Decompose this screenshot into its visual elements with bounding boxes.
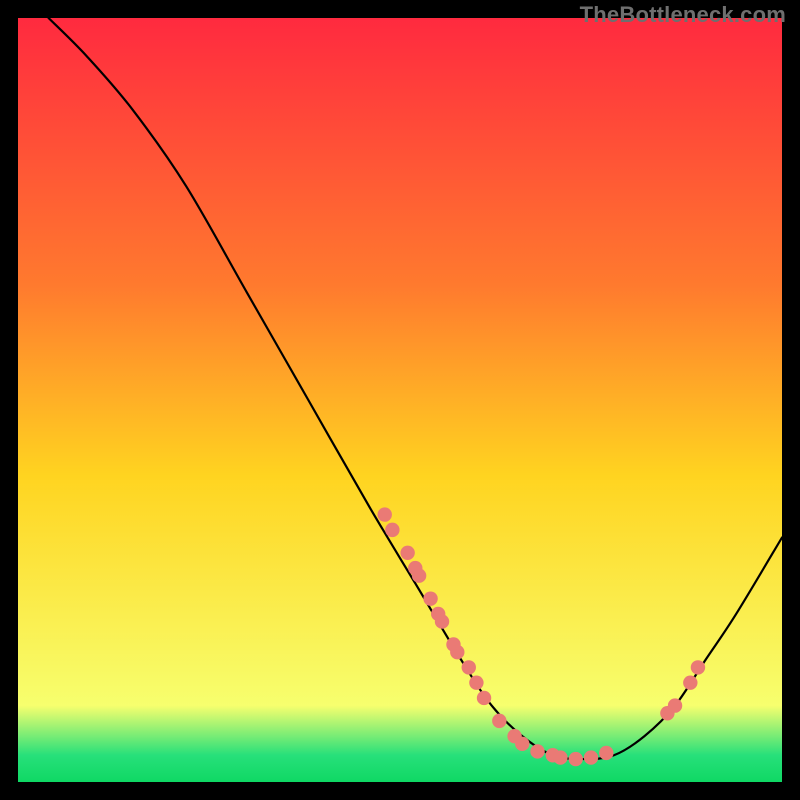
data-point: [530, 744, 544, 758]
data-point: [683, 675, 697, 689]
data-point: [423, 591, 437, 605]
data-point: [378, 507, 392, 521]
plot-svg: [18, 18, 782, 782]
plot-area: [18, 18, 782, 782]
data-point: [691, 660, 705, 674]
chart-stage: TheBottleneck.com: [0, 0, 800, 800]
data-point: [477, 691, 491, 705]
data-point: [515, 737, 529, 751]
data-point: [553, 750, 567, 764]
gradient-background: [18, 18, 782, 782]
data-point: [569, 752, 583, 766]
data-point: [584, 750, 598, 764]
data-point: [412, 569, 426, 583]
data-point: [385, 523, 399, 537]
data-point: [462, 660, 476, 674]
data-point: [492, 714, 506, 728]
data-point: [668, 698, 682, 712]
data-point: [400, 546, 414, 560]
data-point: [469, 675, 483, 689]
data-point: [450, 645, 464, 659]
data-point: [599, 746, 613, 760]
data-point: [435, 614, 449, 628]
attribution-label: TheBottleneck.com: [580, 2, 786, 28]
